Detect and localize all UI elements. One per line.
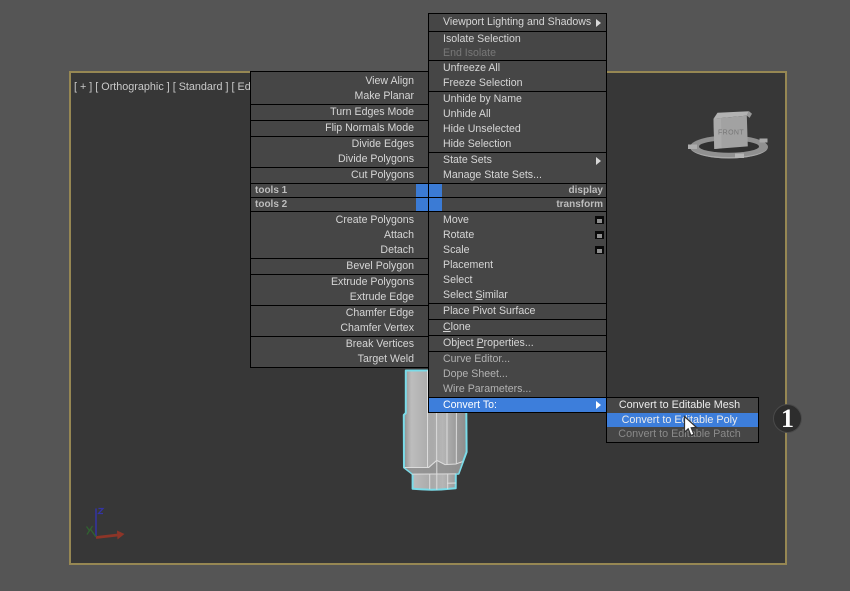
svg-text:FRONT: FRONT xyxy=(718,130,744,137)
